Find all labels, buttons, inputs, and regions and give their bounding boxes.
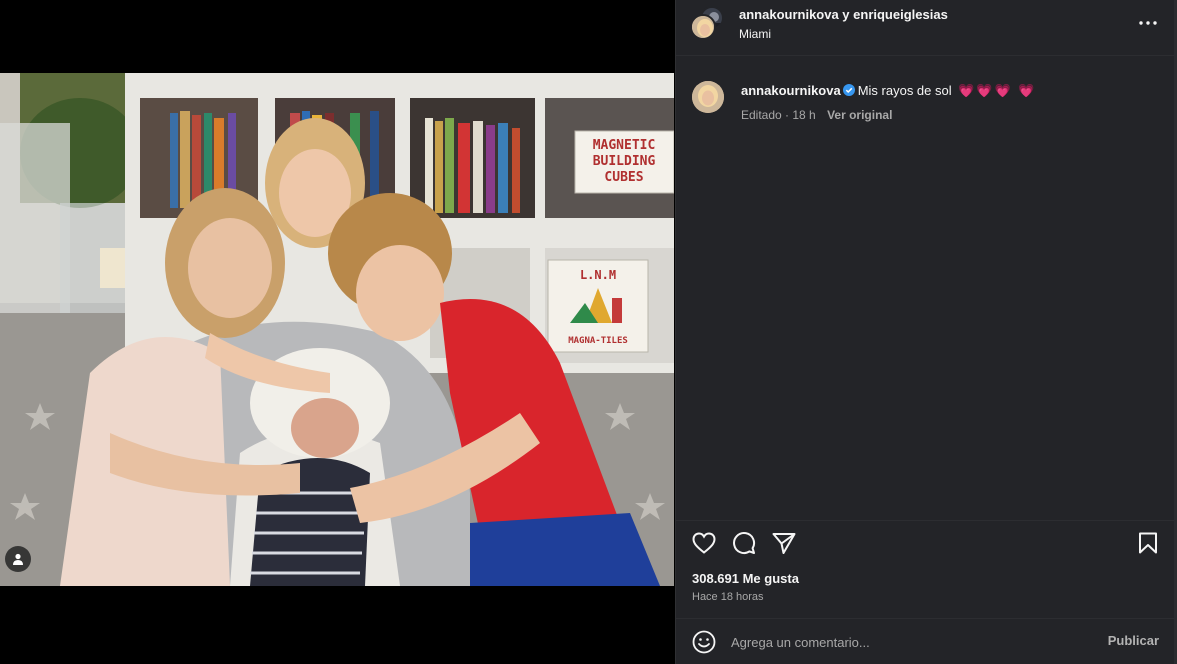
post-media: MAGNETIC BUILDING CUBES L.N.M MAGNA-TILE…	[0, 0, 674, 664]
save-button[interactable]	[1135, 530, 1161, 556]
caption-username[interactable]: annakournikova	[741, 83, 841, 98]
post-time[interactable]: Hace 18 horas	[692, 591, 764, 603]
user-tag-icon	[13, 553, 23, 565]
caption-meta: Editado · 18 h Ver original	[741, 108, 892, 122]
comment-icon	[733, 532, 756, 554]
caption-avatar[interactable]	[692, 81, 724, 113]
emoji-button[interactable]	[692, 630, 716, 654]
like-button[interactable]	[691, 530, 717, 556]
post-photo[interactable]: MAGNETIC BUILDING CUBES L.N.M MAGNA-TILE…	[0, 73, 674, 586]
caption-hearts: 💗💗💗 💗	[958, 83, 1037, 98]
emoji-icon	[692, 630, 716, 654]
post-header: annakournikova y enriqueiglesias Miami	[676, 0, 1175, 56]
verified-badge-icon	[842, 84, 855, 96]
send-icon	[772, 533, 796, 554]
post-details-panel: annakournikova y enriqueiglesias Miami a…	[675, 0, 1175, 664]
avatar-annakournikova[interactable]	[690, 14, 716, 40]
post-location[interactable]: Miami	[739, 27, 771, 41]
heart-icon	[692, 532, 716, 554]
comment-input[interactable]	[731, 632, 1091, 652]
caption-text: Mis rayos de sol	[857, 83, 952, 98]
sign-magnetic-line3: CUBES	[604, 170, 643, 185]
more-options-button[interactable]	[1137, 12, 1159, 34]
edited-label: Editado · 18 h	[741, 108, 816, 122]
like-count[interactable]: 308.691 Me gusta	[692, 571, 799, 586]
collab-avatars[interactable]	[690, 6, 728, 44]
caption-line: annakournikova Mis rayos de sol 💗💗💗 💗	[741, 83, 1037, 99]
sign-magnetic-line2: BUILDING	[593, 154, 656, 169]
post-authors[interactable]: annakournikova y enriqueiglesias	[739, 7, 948, 22]
user-tag-button[interactable]	[5, 546, 31, 572]
more-options-icon	[1139, 21, 1157, 25]
sign-lnm: L.N.M	[580, 268, 616, 282]
comment-button[interactable]	[731, 530, 757, 556]
share-button[interactable]	[771, 530, 797, 556]
sign-magna: MAGNA-TILES	[568, 336, 628, 346]
action-bar	[676, 520, 1175, 560]
photo-illustration: MAGNETIC BUILDING CUBES L.N.M MAGNA-TILE…	[0, 73, 674, 586]
sign-magnetic-line1: MAGNETIC	[593, 138, 656, 153]
bookmark-icon	[1139, 532, 1157, 554]
comment-bar: Publicar	[676, 618, 1175, 664]
see-original-link[interactable]: Ver original	[827, 108, 892, 122]
publish-button[interactable]: Publicar	[1108, 633, 1159, 648]
